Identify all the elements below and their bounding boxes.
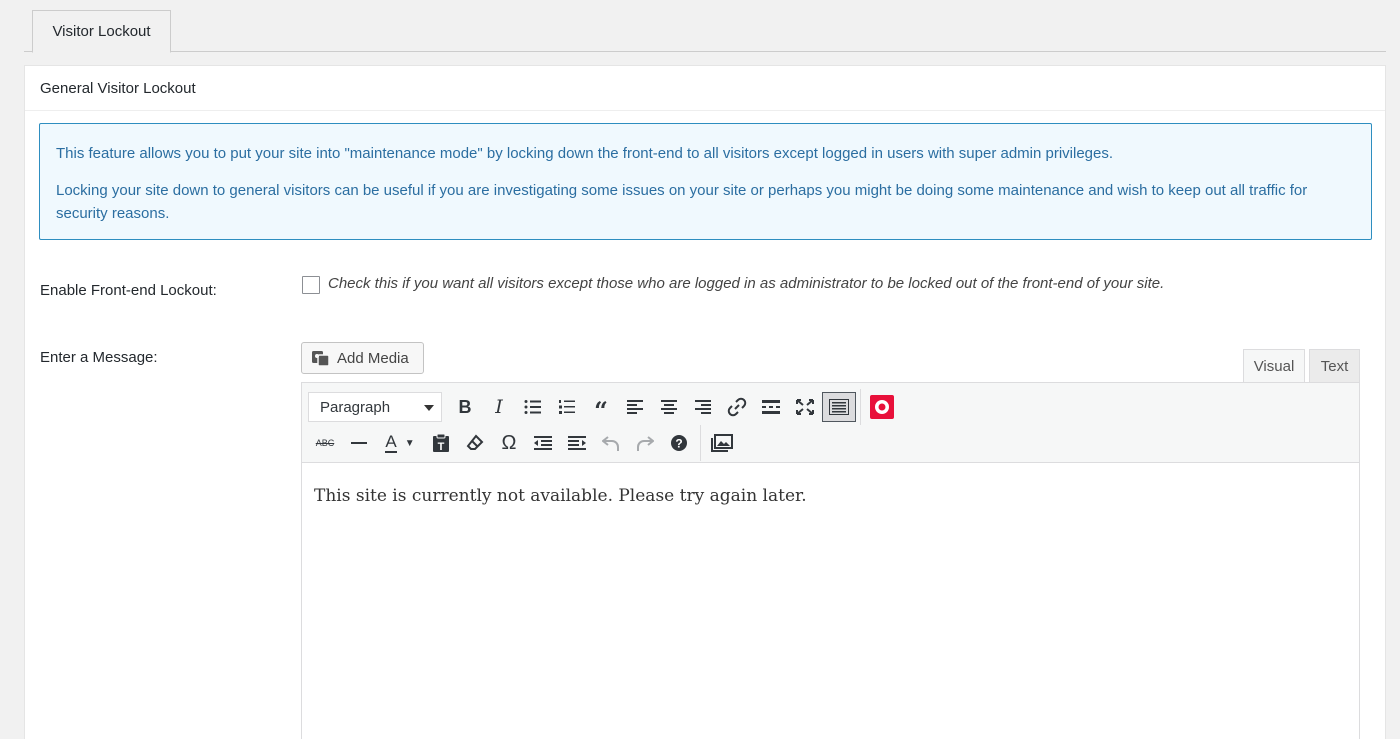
lockout-description: Check this if you want all visitors exce… [328, 275, 1165, 292]
lockout-label: Enable Front-end Lockout: [40, 282, 217, 299]
svg-text:T: T [438, 441, 445, 453]
bold-icon[interactable]: B [448, 392, 482, 422]
gallery-icon[interactable] [705, 428, 739, 458]
editor-tabs: Visual Text [1243, 349, 1360, 383]
svg-text:?: ? [675, 437, 682, 451]
message-editor: Paragraph B I “ ABC A ▼ T Ω ? This site … [301, 382, 1360, 739]
media-icon [311, 349, 331, 367]
strikethrough-icon[interactable]: ABC [308, 428, 342, 458]
editor-content[interactable]: This site is currently not available. Pl… [302, 463, 1359, 530]
info-notice: This feature allows you to put your site… [39, 123, 1372, 240]
toolbar-row-1: Paragraph B I “ [308, 389, 899, 425]
panel-title: General Visitor Lockout [25, 66, 1385, 111]
lockout-checkbox[interactable] [302, 276, 320, 294]
notice-paragraph-1: This feature allows you to put your site… [56, 145, 1114, 162]
chevron-down-icon: ▼ [404, 437, 415, 449]
settings-panel: General Visitor Lockout This feature all… [24, 65, 1386, 739]
text-color-icon[interactable]: A ▼ [376, 428, 424, 458]
link-icon[interactable] [720, 392, 754, 422]
read-more-icon[interactable] [754, 392, 788, 422]
editor-toolbar: Paragraph B I “ ABC A ▼ T Ω ? [302, 383, 1359, 463]
toolbar-divider [860, 389, 861, 425]
toolbar-toggle-icon[interactable] [822, 392, 856, 422]
toolbar-row-2: ABC A ▼ T Ω ? [308, 425, 739, 461]
tab-visual[interactable]: Visual [1243, 349, 1305, 383]
toolbar-divider [700, 425, 701, 461]
bullet-list-icon[interactable] [516, 392, 550, 422]
align-center-icon[interactable] [652, 392, 686, 422]
numbered-list-icon[interactable] [550, 392, 584, 422]
paste-text-icon[interactable]: T [424, 428, 458, 458]
align-left-icon[interactable] [618, 392, 652, 422]
italic-icon[interactable]: I [482, 392, 516, 422]
message-label: Enter a Message: [40, 349, 158, 366]
tab-bar: Visitor Lockout [24, 0, 1386, 53]
help-icon[interactable]: ? [662, 428, 696, 458]
plugin-record-icon[interactable] [865, 392, 899, 422]
redo-icon[interactable] [628, 428, 662, 458]
fullscreen-icon[interactable] [788, 392, 822, 422]
horizontal-line-icon[interactable] [342, 428, 376, 458]
outdent-icon[interactable] [526, 428, 560, 458]
notice-paragraph-2: Locking your site down to general visito… [56, 182, 1308, 222]
add-media-button[interactable]: Add Media [301, 342, 424, 374]
align-right-icon[interactable] [686, 392, 720, 422]
tab-visitor-lockout[interactable]: Visitor Lockout [32, 10, 171, 53]
indent-icon[interactable] [560, 428, 594, 458]
blockquote-icon[interactable]: “ [584, 392, 618, 423]
clear-formatting-icon[interactable] [458, 428, 492, 458]
tab-text[interactable]: Text [1309, 349, 1360, 383]
format-select[interactable]: Paragraph [308, 392, 442, 422]
format-select-value: Paragraph [320, 398, 391, 416]
special-character-icon[interactable]: Ω [492, 428, 526, 458]
add-media-label: Add Media [337, 349, 409, 367]
chevron-down-icon [424, 405, 434, 411]
message-text: This site is currently not available. Pl… [314, 486, 807, 506]
undo-icon[interactable] [594, 428, 628, 458]
